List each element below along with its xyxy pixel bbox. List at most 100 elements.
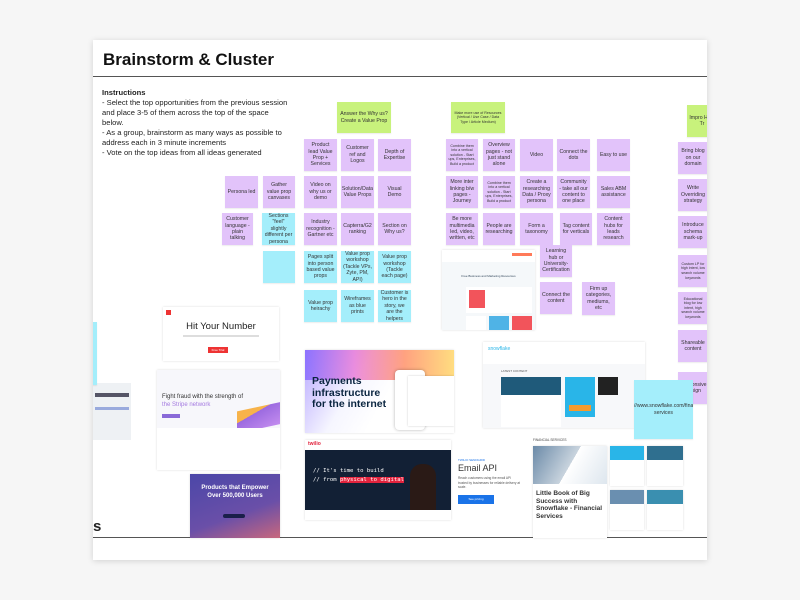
- sticky-note-text: Value prop heirachy: [308, 299, 333, 312]
- sticky-note-text: Connect the dots: [559, 148, 588, 161]
- instructions: Instructions - Select the top opportunit…: [102, 88, 292, 158]
- sticky-note[interactable]: Depth of Expertise: [378, 139, 411, 171]
- sticky-note[interactable]: Content hubs for leads research: [597, 213, 630, 245]
- sticky-note-text: Write Overriding strategy: [681, 185, 705, 205]
- instruction-line: - As a group, brainstorm as many ways as…: [102, 128, 282, 147]
- sticky-note-text: Firm up categories, mediums, etc: [585, 285, 612, 311]
- sticky-note[interactable]: Connect the content: [540, 282, 572, 314]
- sticky-note[interactable]: Combine them into a vertical solution - …: [446, 139, 478, 171]
- sticky-note[interactable]: More inter linking b/w pages - Journey: [446, 176, 478, 208]
- sticky-note[interactable]: Value prop workshop (Tackle each page): [378, 251, 411, 283]
- sticky-note[interactable]: Persona led: [225, 176, 258, 208]
- sticky-note[interactable]: Capterra/G2 ranking: [341, 213, 374, 245]
- sticky-note[interactable]: Form a taxonomy: [520, 213, 553, 245]
- title-divider: [93, 76, 707, 77]
- screenshot-hit-your-number[interactable]: Hit Your Number Free Trial: [163, 307, 279, 361]
- sticky-note-text: Wireframes as blue prints: [344, 296, 371, 316]
- whiteboard-frame: Brainstorm & Cluster Instructions - Sele…: [93, 40, 707, 560]
- sticky-note[interactable]: People are researching: [483, 213, 515, 245]
- sticky-note-text: More inter linking b/w pages - Journey: [449, 179, 475, 205]
- sticky-note[interactable]: Answer the Why us? Create a Value Prop: [337, 102, 391, 133]
- sticky-note-text: Visual Demo: [387, 185, 402, 198]
- twilio-logo: twilio: [308, 441, 321, 447]
- sticky-note[interactable]: [93, 322, 97, 385]
- sticky-note[interactable]: Visual Demo: [378, 176, 411, 208]
- screenshot-stripe-payments[interactable]: Payments infrastructure for the internet: [305, 350, 454, 433]
- sticky-note-text: Community - take all our content to one …: [559, 179, 588, 205]
- twilio-line-1: // It's time to build: [313, 468, 384, 474]
- sticky-note[interactable]: Gather value prop canvases: [263, 176, 295, 208]
- sticky-note-text: Video on why us or demo: [309, 182, 332, 202]
- sticky-note[interactable]: Product lead Value Prop + Services: [304, 139, 337, 171]
- screenshot-email-api[interactable]: TWILIO SENDGRID Email API Reach customer…: [458, 450, 528, 510]
- sticky-note[interactable]: Custom LP for high intent, low search vo…: [678, 255, 707, 287]
- sticky-note[interactable]: Learning hub or University- Certificatio…: [540, 245, 572, 277]
- sticky-note[interactable]: Overview pages - not just stand alone: [483, 139, 515, 171]
- logo-icon: [166, 310, 171, 315]
- sticky-note[interactable]: Be more multimedia led, video, written, …: [446, 213, 478, 245]
- screenshot-snowflake[interactable]: snowflake LATEST CONTENT: [483, 342, 645, 428]
- sticky-note-text: Educational blog for low intent, high se…: [681, 296, 705, 319]
- sticky-note-text: People are researching: [485, 222, 513, 235]
- sticky-note[interactable]: Value prop heirachy: [304, 290, 337, 322]
- sticky-note[interactable]: Firm up categories, mediums, etc: [582, 282, 615, 315]
- sticky-note-text: Introduce schema mark-up: [682, 222, 704, 242]
- sticky-note[interactable]: Video: [520, 139, 553, 171]
- sticky-note[interactable]: Create a researching Data / Proxy person…: [520, 176, 553, 208]
- sticky-note[interactable]: Make more use of Resources (Vertical / U…: [451, 102, 505, 133]
- email-eyebrow: TWILIO SENDGRID: [458, 458, 486, 462]
- screenshot-products-empower[interactable]: Products that Empower Over 500,000 Users: [190, 474, 280, 538]
- sticky-note[interactable]: Shareable content: [678, 330, 707, 362]
- sticky-note-text: Product lead Value Prop + Services: [308, 142, 333, 168]
- section-label: LATEST CONTENT: [501, 369, 528, 373]
- sticky-note-text: Section on Why us?: [382, 222, 407, 235]
- sticky-note[interactable]: Community - take all our content to one …: [557, 176, 590, 208]
- sticky-note-text: Value prop workshop (Tackle each page): [381, 254, 408, 280]
- sticky-note[interactable]: Section on Why us?: [378, 213, 411, 245]
- screenshot-accent: the Stripe network: [162, 402, 211, 408]
- see-pricing-button[interactable]: See pricing: [458, 495, 494, 504]
- sticky-note-text: Combine them into a vertical solution - …: [485, 180, 513, 203]
- sticky-note[interactable]: Customer is hero in the story, we are th…: [378, 290, 411, 322]
- sticky-note[interactable]: Solution/Data Value Props: [341, 176, 374, 208]
- sticky-note-text: Create a researching Data / Proxy person…: [522, 179, 551, 205]
- sticky-note-text: Persona led: [227, 188, 256, 195]
- sticky-note[interactable]: Value prop workshop (Tackle VPs, Zyte, P…: [341, 251, 374, 283]
- sticky-note[interactable]: Easy to use: [597, 139, 630, 171]
- sticky-note[interactable]: Sales ABM assistance: [597, 176, 630, 208]
- sticky-note-text: Custom LP for high intent, low search vo…: [681, 261, 705, 280]
- sticky-note[interactable]: Educational blog for low intent, high se…: [678, 292, 707, 324]
- sticky-note[interactable]: [263, 251, 295, 283]
- sticky-note[interactable]: Pages split into person based value prop…: [304, 251, 337, 283]
- sticky-note[interactable]: Connect the dots: [557, 139, 590, 171]
- sticky-note[interactable]: Customer ref and Logos: [341, 139, 374, 171]
- sticky-note[interactable]: Wireframes as blue prints: [341, 290, 374, 322]
- screenshot-hubspot-resources[interactable]: Free Business and Marketing Resources: [442, 250, 535, 330]
- sticky-note[interactable]: Tag content for verticals: [560, 213, 592, 245]
- sticky-note[interactable]: Introduce schema mark-up: [678, 216, 707, 248]
- free-trial-button[interactable]: Free Trial: [208, 347, 228, 353]
- sticky-note-text: Overview pages - not just stand alone: [486, 142, 512, 168]
- instructions-heading: Instructions: [102, 88, 146, 97]
- sticky-note[interactable]: Industry recognition - Gartner etc: [304, 213, 337, 245]
- sticky-note-text: Depth of Expertise: [383, 148, 406, 161]
- screenshot-title: Fight fraud with the strength of: [162, 394, 244, 400]
- sticky-note-text: Form a taxonomy: [525, 222, 548, 235]
- sticky-note[interactable]: Sections "feel" slightly different per p…: [262, 213, 295, 245]
- sticky-note-text: Gather value prop canvases: [266, 182, 292, 202]
- sticky-note-text: Capterra/G2 ranking: [343, 222, 372, 235]
- sticky-note[interactable]: Customer language - plain talking: [222, 213, 253, 245]
- section-label: FINANCIAL SERVICES: [533, 438, 567, 442]
- sticky-note[interactable]: Bring blog on our domain: [678, 142, 707, 174]
- sticky-note[interactable]: Impro High Tr: [687, 105, 707, 137]
- sticky-note[interactable]: https://www.snowflake.com/financial-serv…: [634, 380, 693, 439]
- screenshot-twilio[interactable]: twilio // It's time to build // from phy…: [305, 440, 451, 520]
- snowflake-logo: snowflake: [488, 346, 511, 352]
- sticky-note-text: Impro High Tr: [689, 114, 707, 127]
- sticky-note[interactable]: Combine them into a vertical solution - …: [483, 176, 515, 208]
- sticky-note-text: Customer is hero in the story, we are th…: [380, 290, 409, 322]
- screenshot-stripe-fraud[interactable]: Fight fraud with the strength of the Str…: [157, 370, 280, 470]
- sticky-note[interactable]: Video on why us or demo: [304, 176, 337, 208]
- screenshot-financial-services[interactable]: FINANCIAL SERVICES Little Book of Big Su…: [533, 438, 683, 538]
- sticky-note[interactable]: Write Overriding strategy: [678, 179, 707, 211]
